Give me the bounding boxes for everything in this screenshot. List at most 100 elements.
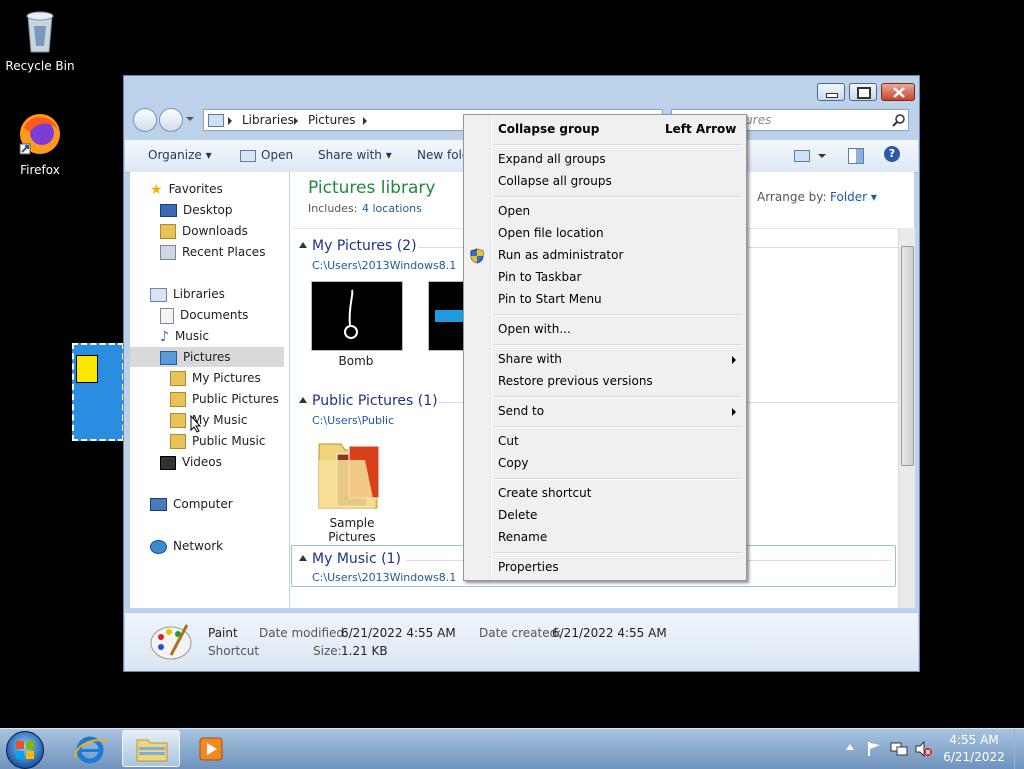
minimize-button[interactable]: [817, 83, 845, 101]
preview-pane-icon[interactable]: [848, 148, 864, 164]
share-with-button[interactable]: Share with ▾: [318, 148, 392, 162]
nav-public-music[interactable]: Public Music: [170, 431, 265, 451]
forward-button[interactable]: [159, 108, 183, 132]
close-button[interactable]: [881, 83, 915, 101]
scrollbar-thumb[interactable]: [901, 246, 914, 466]
menu-item-create-shortcut[interactable]: Create shortcut: [498, 486, 591, 500]
start-button[interactable]: [6, 731, 44, 769]
show-hidden-icons-chevron-icon[interactable]: [846, 744, 854, 750]
taskbar: 4:55 AM 6/21/2022: [0, 728, 1024, 769]
thumbnail-item-2[interactable]: [428, 281, 466, 351]
nav-label: Recent Places: [182, 245, 266, 259]
taskbar-internet-explorer[interactable]: [66, 732, 114, 766]
search-icon[interactable]: [892, 113, 906, 127]
menu-item-collapse-group[interactable]: Collapse group: [498, 122, 599, 136]
thumbnail-bomb[interactable]: [311, 281, 403, 351]
thumbnail-sample-pictures[interactable]: [315, 434, 385, 514]
recent-pages-chevron-icon[interactable]: [186, 117, 194, 121]
breadcrumb-chevron-icon[interactable]: [228, 117, 232, 125]
item-label-sample-pictures[interactable]: Sample Pictures: [304, 516, 400, 544]
nav-label: Documents: [180, 308, 249, 322]
nav-videos[interactable]: Videos: [160, 452, 222, 472]
menu-item-open[interactable]: Open: [498, 204, 530, 218]
menu-item-open-with[interactable]: Open with...: [498, 322, 571, 336]
recycle-bin-label: Recycle Bin: [5, 59, 75, 73]
menu-item-open-file-location[interactable]: Open file location: [498, 226, 604, 240]
media-player-icon: [199, 737, 223, 761]
open-label: Open: [261, 148, 294, 162]
menu-item-expand-all-groups[interactable]: Expand all groups: [498, 152, 606, 166]
menu-separator: [494, 344, 742, 346]
arrange-by-dropdown[interactable]: Folder ▾: [830, 190, 877, 204]
nav-label: Public Pictures: [192, 392, 279, 406]
menu-item-send-to[interactable]: Send to: [498, 404, 544, 418]
breadcrumb-chevron-icon[interactable]: [363, 117, 367, 125]
nav-network[interactable]: Network: [150, 536, 223, 556]
music-note-icon: ♪: [160, 328, 169, 345]
nav-desktop[interactable]: Desktop: [160, 200, 233, 220]
nav-pictures[interactable]: Pictures: [130, 347, 284, 367]
menu-item-properties[interactable]: Properties: [498, 560, 559, 574]
nav-my-music[interactable]: My Music: [170, 410, 247, 430]
details-name: Paint: [208, 626, 238, 640]
menu-separator: [494, 552, 742, 554]
show-desktop-button[interactable]: [1014, 729, 1024, 769]
action-center-flag-icon[interactable]: [866, 741, 882, 757]
nav-libraries[interactable]: Libraries: [150, 284, 225, 304]
bomb-drawing-icon: [344, 289, 358, 339]
breadcrumb-pictures[interactable]: Pictures: [308, 113, 356, 127]
volume-muted-icon[interactable]: [914, 741, 932, 757]
view-options-chevron-icon[interactable]: [818, 154, 826, 158]
context-menu: Collapse group Left Arrow Expand all gro…: [463, 114, 747, 581]
nav-favorites[interactable]: ★ Favorites: [150, 179, 223, 199]
group-collapse-triangle-icon[interactable]: [299, 242, 307, 248]
taskbar-windows-explorer[interactable]: [122, 730, 180, 767]
help-icon[interactable]: ?: [884, 146, 900, 162]
change-view-icon[interactable]: [794, 150, 810, 162]
group-header-my-music[interactable]: My Music (1): [312, 551, 401, 567]
organize-button[interactable]: Organize ▾: [148, 148, 212, 162]
nav-my-pictures[interactable]: My Pictures: [170, 368, 261, 388]
explorer-folder-icon: [136, 739, 168, 762]
nav-recent-places[interactable]: Recent Places: [160, 242, 265, 262]
nav-downloads[interactable]: Downloads: [160, 221, 248, 241]
menu-item-share-with[interactable]: Share with: [498, 352, 562, 366]
nav-public-pictures[interactable]: Public Pictures: [170, 389, 279, 409]
item-label-bomb[interactable]: Bomb: [311, 354, 401, 368]
network-status-icon[interactable]: [890, 741, 908, 757]
nav-documents[interactable]: Documents: [160, 305, 248, 325]
includes-locations-link[interactable]: 4 locations: [362, 202, 422, 215]
menu-item-pin-to-start-menu[interactable]: Pin to Start Menu: [498, 292, 602, 306]
taskbar-media-player[interactable]: [190, 732, 230, 766]
menu-item-delete[interactable]: Delete: [498, 508, 537, 522]
menu-item-rename[interactable]: Rename: [498, 530, 547, 544]
maximize-button[interactable]: [849, 83, 877, 101]
group-collapse-triangle-icon[interactable]: [299, 555, 307, 561]
menu-item-collapse-all-groups[interactable]: Collapse all groups: [498, 174, 612, 188]
breadcrumb-libraries[interactable]: Libraries: [242, 113, 294, 127]
vertical-scrollbar[interactable]: [898, 228, 915, 608]
back-button[interactable]: [133, 108, 157, 132]
nav-computer[interactable]: Computer: [150, 494, 233, 514]
group-collapse-triangle-icon[interactable]: [299, 397, 307, 403]
menu-item-restore-previous-versions[interactable]: Restore previous versions: [498, 374, 653, 388]
menu-item-copy[interactable]: Copy: [498, 456, 528, 470]
breadcrumb-chevron-icon[interactable]: [294, 117, 298, 125]
menu-item-cut[interactable]: Cut: [498, 434, 519, 448]
group-header-my-pictures[interactable]: My Pictures (2): [312, 238, 417, 254]
clock-date[interactable]: 6/21/2022: [938, 750, 1010, 764]
menu-item-run-as-administrator[interactable]: Run as administrator: [498, 248, 623, 262]
open-icon: [240, 149, 256, 162]
star-icon: ★: [150, 181, 163, 198]
clock-time[interactable]: 4:55 AM: [938, 733, 1010, 747]
desktop-icon-recycle-bin[interactable]: Recycle Bin: [0, 8, 80, 73]
menu-item-pin-to-taskbar[interactable]: Pin to Taskbar: [498, 270, 581, 284]
navigation-pane: ★ Favorites Desktop Downloads Recent Plac…: [130, 172, 289, 608]
videos-icon: [160, 455, 176, 470]
group-header-public-pictures[interactable]: Public Pictures (1): [312, 393, 438, 409]
nav-music[interactable]: ♪ Music: [160, 326, 209, 346]
open-button[interactable]: Open: [240, 148, 293, 162]
library-title: Pictures library: [308, 178, 436, 198]
desktop-icon-firefox[interactable]: Firefox: [0, 110, 80, 177]
car-drawing-icon: [435, 310, 465, 322]
